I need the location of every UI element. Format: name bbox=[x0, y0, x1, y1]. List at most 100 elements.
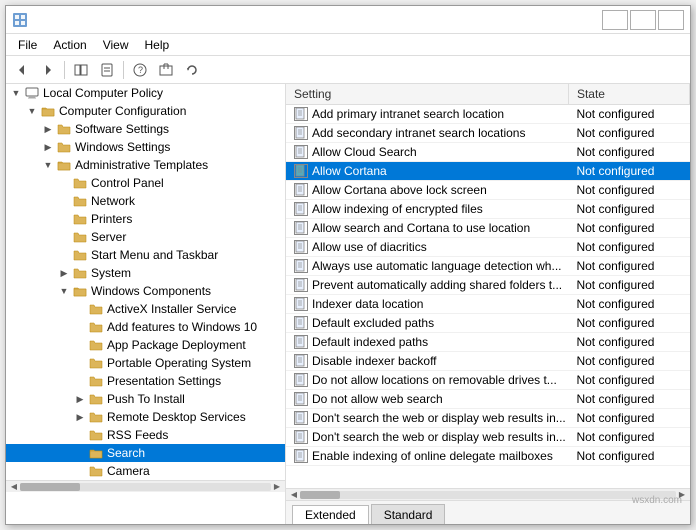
tree-item-admin-templates[interactable]: ▼Administrative Templates bbox=[6, 156, 285, 174]
table-row[interactable]: Disable indexer backoffNot configured bbox=[286, 352, 690, 371]
settings-table: Setting State Add primary intranet searc… bbox=[286, 84, 690, 466]
cell-state: Not configured bbox=[568, 352, 689, 371]
tree-item-start-menu[interactable]: Start Menu and Taskbar bbox=[6, 246, 285, 264]
tree-item-search[interactable]: Search bbox=[6, 444, 285, 462]
tree-item-root[interactable]: ▼Local Computer Policy bbox=[6, 84, 285, 102]
table-row[interactable]: Do not allow web searchNot configured bbox=[286, 390, 690, 409]
table-row[interactable]: Default excluded pathsNot configured bbox=[286, 314, 690, 333]
scroll-right-arrow[interactable]: ▶ bbox=[271, 483, 283, 491]
tree-label-windows-components: Windows Components bbox=[91, 284, 211, 298]
tree-expander-remote-desktop[interactable]: ▶ bbox=[72, 412, 88, 423]
table-row[interactable]: Allow use of diacriticsNot configured bbox=[286, 238, 690, 257]
tree-expander-system[interactable]: ▶ bbox=[56, 268, 72, 279]
menu-file[interactable]: File bbox=[10, 36, 45, 54]
tree-label-network: Network bbox=[91, 194, 135, 208]
menu-view[interactable]: View bbox=[95, 36, 137, 54]
table-row[interactable]: Prevent automatically adding shared fold… bbox=[286, 276, 690, 295]
scroll-right-arrow-right[interactable]: ▶ bbox=[676, 491, 688, 499]
tree-item-add-features[interactable]: Add features to Windows 10 bbox=[6, 318, 285, 336]
table-row[interactable]: Enable indexing of online delegate mailb… bbox=[286, 447, 690, 466]
tree-item-network[interactable]: Network bbox=[6, 192, 285, 210]
cell-state: Not configured bbox=[568, 447, 689, 466]
help-button[interactable]: ? bbox=[128, 59, 152, 81]
tree-icon-add-features bbox=[88, 319, 104, 335]
table-row[interactable]: Allow Cortana above lock screenNot confi… bbox=[286, 181, 690, 200]
table-row[interactable]: Indexer data locationNot configured bbox=[286, 295, 690, 314]
tree-expander-push-install[interactable]: ▶ bbox=[72, 394, 88, 405]
table-row[interactable]: Do not allow locations on removable driv… bbox=[286, 371, 690, 390]
cell-setting: Allow Cloud Search bbox=[286, 143, 568, 162]
right-scroll-track bbox=[300, 491, 676, 499]
tab-standard[interactable]: Standard bbox=[371, 504, 446, 524]
right-panel: Setting State Add primary intranet searc… bbox=[286, 84, 690, 524]
tree-item-system[interactable]: ▶System bbox=[6, 264, 285, 282]
tree-item-remote-desktop[interactable]: ▶Remote Desktop Services bbox=[6, 408, 285, 426]
table-row[interactable]: Allow CortanaNot configured bbox=[286, 162, 690, 181]
tree-item-rss-feeds[interactable]: RSS Feeds bbox=[6, 426, 285, 444]
back-button[interactable] bbox=[10, 59, 34, 81]
tree-label-search: Search bbox=[107, 446, 145, 460]
forward-button[interactable] bbox=[36, 59, 60, 81]
scroll-left-arrow[interactable]: ◀ bbox=[8, 483, 20, 491]
tree-item-computer-config[interactable]: ▼Computer Configuration bbox=[6, 102, 285, 120]
maximize-button[interactable] bbox=[630, 10, 656, 30]
tree-item-control-panel[interactable]: Control Panel bbox=[6, 174, 285, 192]
table-row[interactable]: Add primary intranet search locationNot … bbox=[286, 105, 690, 124]
tree-icon-computer-config bbox=[40, 103, 56, 119]
tree-item-windows-settings[interactable]: ▶Windows Settings bbox=[6, 138, 285, 156]
cell-setting: Always use automatic language detection … bbox=[286, 257, 568, 276]
tree-item-activex[interactable]: ActiveX Installer Service bbox=[6, 300, 285, 318]
tree-label-software-settings: Software Settings bbox=[75, 122, 169, 136]
tree-expander-windows-components[interactable]: ▼ bbox=[56, 286, 72, 296]
bottom-tabs: Extended Standard bbox=[286, 500, 690, 524]
right-panel-scrollbar[interactable]: ◀ ▶ bbox=[286, 488, 690, 500]
close-button[interactable] bbox=[658, 10, 684, 30]
tree-expander-admin-templates[interactable]: ▼ bbox=[40, 160, 56, 170]
table-row[interactable]: Default indexed pathsNot configured bbox=[286, 333, 690, 352]
table-row[interactable]: Don't search the web or display web resu… bbox=[286, 409, 690, 428]
tab-extended[interactable]: Extended bbox=[292, 505, 369, 524]
cell-state: Not configured bbox=[568, 371, 689, 390]
tree-expander-software-settings[interactable]: ▶ bbox=[40, 124, 56, 135]
tree-item-windows-components[interactable]: ▼ Windows Components bbox=[6, 282, 285, 300]
tree-item-software-settings[interactable]: ▶ Software Settings bbox=[6, 120, 285, 138]
tree-item-printers[interactable]: Printers bbox=[6, 210, 285, 228]
tree-icon-remote-desktop bbox=[88, 409, 104, 425]
tree-item-server[interactable]: Server bbox=[6, 228, 285, 246]
tree-item-portable-os[interactable]: Portable Operating System bbox=[6, 354, 285, 372]
menu-help[interactable]: Help bbox=[137, 36, 178, 54]
setting-policy-icon bbox=[294, 107, 308, 121]
cell-state: Not configured bbox=[568, 162, 689, 181]
column-state[interactable]: State bbox=[568, 84, 689, 105]
tree-item-camera[interactable]: Camera bbox=[6, 462, 285, 480]
table-row[interactable]: Allow Cloud SearchNot configured bbox=[286, 143, 690, 162]
refresh-button[interactable] bbox=[180, 59, 204, 81]
tree-icon-admin-templates bbox=[56, 157, 72, 173]
properties-button[interactable] bbox=[95, 59, 119, 81]
tree-item-push-install[interactable]: ▶Push To Install bbox=[6, 390, 285, 408]
tree-icon-search bbox=[88, 445, 104, 461]
tree-item-presentation[interactable]: Presentation Settings bbox=[6, 372, 285, 390]
tree-expander-root[interactable]: ▼ bbox=[8, 88, 24, 98]
left-panel-scrollbar[interactable]: ◀ ▶ bbox=[6, 480, 285, 492]
cell-setting: Do not allow locations on removable driv… bbox=[286, 371, 568, 390]
tree-icon-root bbox=[24, 85, 40, 101]
show-hide-tree[interactable] bbox=[69, 59, 93, 81]
export-button[interactable] bbox=[154, 59, 178, 81]
table-row[interactable]: Allow search and Cortana to use location… bbox=[286, 219, 690, 238]
table-row[interactable]: Don't search the web or display web resu… bbox=[286, 428, 690, 447]
column-setting[interactable]: Setting bbox=[286, 84, 568, 105]
table-row[interactable]: Always use automatic language detection … bbox=[286, 257, 690, 276]
minimize-button[interactable] bbox=[602, 10, 628, 30]
table-row[interactable]: Add secondary intranet search locationsN… bbox=[286, 124, 690, 143]
tree-label-rss-feeds: RSS Feeds bbox=[107, 428, 168, 442]
scroll-left-arrow-right[interactable]: ◀ bbox=[288, 491, 300, 499]
tree-icon-camera bbox=[88, 463, 104, 479]
tree-expander-windows-settings[interactable]: ▶ bbox=[40, 142, 56, 153]
tree-expander-computer-config[interactable]: ▼ bbox=[24, 106, 40, 116]
table-row[interactable]: Allow indexing of encrypted filesNot con… bbox=[286, 200, 690, 219]
tree-icon-printers bbox=[72, 211, 88, 227]
cell-state: Not configured bbox=[568, 428, 689, 447]
tree-item-app-package[interactable]: App Package Deployment bbox=[6, 336, 285, 354]
menu-action[interactable]: Action bbox=[45, 36, 94, 54]
